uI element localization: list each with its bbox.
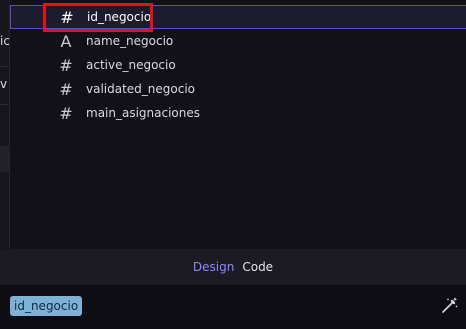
magic-wand-icon[interactable] bbox=[441, 296, 459, 314]
field-dropdown: # id_negocio A name_negocio # active_neg… bbox=[9, 0, 466, 249]
hash-icon: # bbox=[59, 103, 73, 123]
hash-icon: # bbox=[60, 7, 74, 27]
divider bbox=[0, 104, 9, 105]
field-option-label: active_negocio bbox=[86, 58, 176, 72]
field-option-name-negocio[interactable]: A name_negocio bbox=[10, 29, 466, 53]
hash-icon: # bbox=[59, 79, 73, 99]
text-type-icon: A bbox=[60, 31, 72, 51]
field-option-active-negocio[interactable]: # active_negocio bbox=[10, 53, 466, 77]
design-tab[interactable]: Design bbox=[193, 260, 234, 274]
field-token[interactable]: id_negocio bbox=[10, 296, 83, 316]
field-option-label: validated_negocio bbox=[86, 82, 196, 96]
field-option-validated-negocio[interactable]: # validated_negocio bbox=[10, 77, 466, 101]
code-tab[interactable]: Code bbox=[242, 260, 273, 274]
field-option-label: id_negocio bbox=[87, 10, 152, 24]
field-option-id-negocio[interactable]: # id_negocio bbox=[10, 5, 466, 29]
mode-toggle: Design Code bbox=[0, 249, 466, 285]
divider bbox=[0, 66, 9, 67]
hash-icon: # bbox=[59, 55, 73, 75]
field-option-label: main_asignaciones bbox=[86, 106, 201, 120]
field-option-label: name_negocio bbox=[86, 34, 174, 48]
left-panel-row-fragment: v bbox=[0, 77, 8, 91]
left-panel-band bbox=[0, 146, 9, 172]
field-option-main-asignaciones[interactable]: # main_asignaciones bbox=[10, 101, 466, 125]
left-panel-row-fragment: ic bbox=[0, 34, 9, 48]
left-panel: ic v bbox=[0, 0, 9, 249]
